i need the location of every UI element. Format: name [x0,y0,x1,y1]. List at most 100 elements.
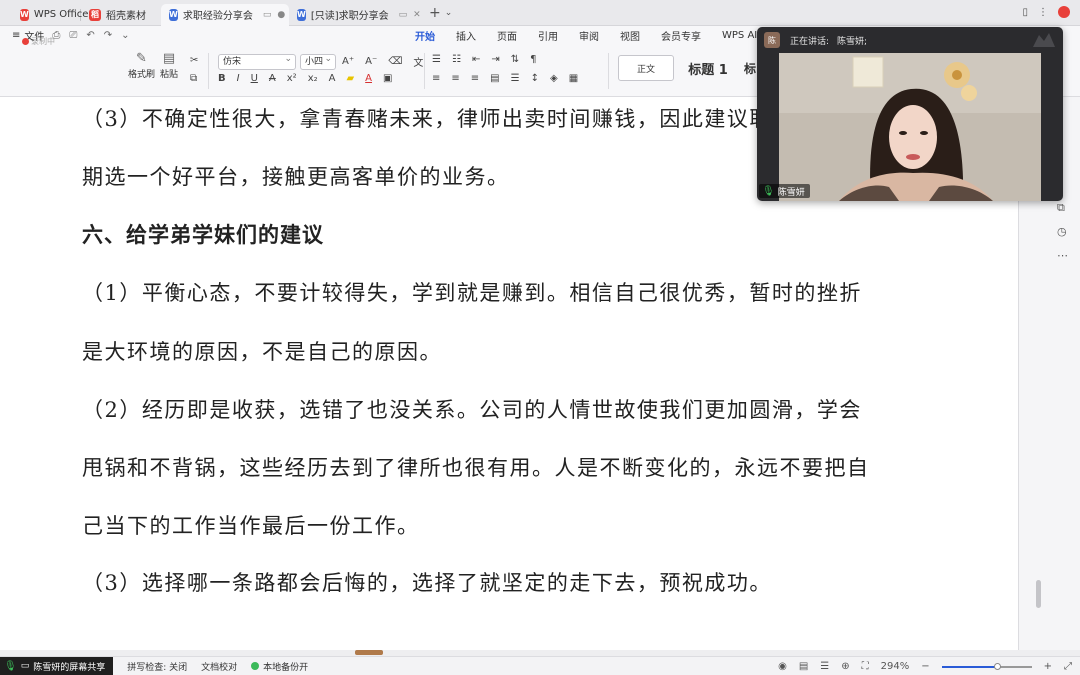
chevron-down-icon[interactable]: ⌄ [121,30,129,41]
align-right-icon[interactable]: ≡ [471,73,479,84]
tab-view[interactable]: 视图 [620,28,640,43]
clipboard-icon: ▤ [162,51,176,66]
doc-proof-button[interactable]: 文档校对 [201,660,237,673]
spell-check-status[interactable]: 拼写检查: 关闭 [127,660,187,673]
italic-icon[interactable]: I [237,73,240,84]
tab-wps-office[interactable]: W WPS Office [0,4,88,26]
tab-insert[interactable]: 插入 [456,28,476,43]
tab-references[interactable]: 引用 [538,28,558,43]
justify-icon[interactable]: ▤ [490,73,499,84]
page-view-icon[interactable]: ▤ [799,661,808,672]
border-icon[interactable]: ▦ [569,73,578,84]
side-tool-icon[interactable]: ⧉ [1057,201,1065,215]
zoom-level[interactable]: 294% [881,661,910,672]
history-icon[interactable]: ◷ [1057,225,1067,238]
paragraph: 甩锅和不背锅，这些经历去到了律所也很有用。人是不断变化的，永远不要把自 [82,456,870,480]
sort-icon[interactable]: ⇅ [511,54,519,65]
align-left-icon[interactable]: ≡ [432,73,440,84]
tab-doc-active[interactable]: W 求职经验分享会 ▭ ● [161,3,289,26]
shading-icon[interactable]: ◈ [550,73,558,84]
zoom-in-icon[interactable]: + [1044,661,1052,672]
local-backup-status[interactable]: 本地备份开 [251,660,308,673]
char-border-icon[interactable]: ▣ [383,73,392,84]
show-marks-icon[interactable]: ¶ [530,54,536,65]
style-heading1[interactable]: 标题 1 [678,55,738,81]
status-bar: 🎙 ▭ 陈雪妍的屏幕共享 拼写检查: 关闭 文档校对 本地备份开 ◉ ▤ ☰ ⊕… [0,656,1080,675]
align-center-icon[interactable]: ≡ [451,73,459,84]
paragraph: 期选一个好平台，接触更高客单价的业务。 [82,165,510,189]
screen-icon: ▭ [262,9,272,20]
web-view-icon[interactable]: ⊕ [841,661,849,672]
dot-icon: ● [277,9,286,20]
vertical-scrollbar[interactable] [1036,580,1041,608]
font-size-select[interactable]: 小四 [300,52,336,70]
clipboard-small-icons: ✂ [190,55,198,66]
tab-member[interactable]: 会员专享 [661,28,701,43]
more-icon[interactable]: ⋯ [1057,249,1068,262]
tab-label: 稻壳素材 [106,11,146,22]
avatar[interactable] [1058,6,1070,18]
paragraph: （3）不确定性很大，拿青春赌未来，律师出卖时间赚钱，因此建议职 [82,107,772,131]
style-normal[interactable]: 正文 [618,55,674,81]
bullet-list-icon[interactable]: ☰ [432,54,441,65]
format-painter-button[interactable]: ✎ 格式刷 [128,51,155,80]
microphone-icon: 🎙 [4,660,17,672]
cut-icon[interactable]: ✂ [190,55,198,66]
tab-home[interactable]: 开始 [415,28,435,47]
close-icon[interactable]: ✕ [413,10,421,20]
print-icon[interactable]: ⎚ [69,30,77,41]
tab-wps-ai[interactable]: WPS AI [722,30,757,41]
strikethrough-icon[interactable]: A [269,73,276,84]
clipboard-small-icons-2: ⧉ [190,73,197,84]
undo-icon[interactable]: ↶ [86,30,94,41]
zoom-out-icon[interactable]: − [921,661,929,672]
speaker-avatar: 陈 [764,32,780,48]
tab-review[interactable]: 审阅 [579,28,599,43]
redo-icon[interactable]: ↷ [104,30,112,41]
underline-icon[interactable]: U [251,73,258,84]
tab-doc-readonly[interactable]: W [只读]求职分享会 ▭ ✕ [289,4,421,26]
backup-status-icon [251,662,260,670]
fit-icon[interactable]: ⛶ [862,661,869,672]
video-frame-image [779,53,1041,201]
bold-icon[interactable]: B [218,73,226,84]
font-color-icon[interactable]: A [365,73,372,84]
font-name-select[interactable]: 仿宋 [218,52,296,70]
screen-share-indicator[interactable]: 🎙 ▭ 陈雪妍的屏幕共享 [0,656,114,675]
decrease-indent-icon[interactable]: ⇤ [472,54,480,65]
tab-page[interactable]: 页面 [497,28,517,43]
copy-icon[interactable]: ⧉ [190,73,197,84]
more-icon[interactable]: ⋮ [1038,7,1048,18]
word-doc-icon: W [297,8,306,21]
tab-daoke[interactable]: 稻 稻壳素材 [81,4,161,26]
distribute-icon[interactable]: ☰ [511,73,520,84]
window-controls: ▯ ⋮ [1022,6,1070,18]
phonetic-icon[interactable]: 文 [413,54,423,69]
zoom-slider-handle[interactable] [993,662,1001,670]
fullscreen-icon[interactable]: ⤢ [1064,661,1072,672]
scroll-thumb[interactable] [355,650,383,655]
meeting-video-window[interactable]: 陈 正在讲话: 陈雪妍; 🎙 陈雪妍 [757,27,1063,201]
increase-indent-icon[interactable]: ⇥ [491,54,499,65]
numbered-list-icon[interactable]: ☷ [452,54,461,65]
zoom-slider[interactable] [941,662,1032,670]
line-spacing-icon[interactable]: ↕ [531,73,539,84]
paragraph: 己当下的工作当作最后一份工作。 [82,514,420,538]
record-icon [22,38,29,45]
shrink-font-icon[interactable]: A⁻ [365,56,377,67]
text-effect-icon[interactable]: A [329,73,336,84]
grow-font-icon[interactable]: A⁺ [342,56,354,67]
superscript-icon[interactable]: x² [287,73,297,84]
paste-button[interactable]: ▤ 粘贴 [160,51,178,80]
add-tab-icon[interactable]: + [429,5,441,21]
layout-icon[interactable]: ▯ [1022,7,1028,18]
chevron-down-icon[interactable]: ⌄ [445,8,453,18]
clear-format-icon[interactable]: ⌫ [388,56,402,67]
paragraph: （3）选择哪一条路都会后悔的，选择了就坚定的走下去，预祝成功。 [82,571,772,595]
speaker-name: 陈雪妍; [837,36,868,47]
subscript-icon[interactable]: x₂ [308,73,318,84]
outline-view-icon[interactable]: ☰ [820,661,829,672]
font-style-icons: B I U A x² x₂ A ▰ A ▣ [218,73,392,84]
highlight-icon[interactable]: ▰ [346,73,354,84]
eye-icon[interactable]: ◉ [778,661,787,672]
